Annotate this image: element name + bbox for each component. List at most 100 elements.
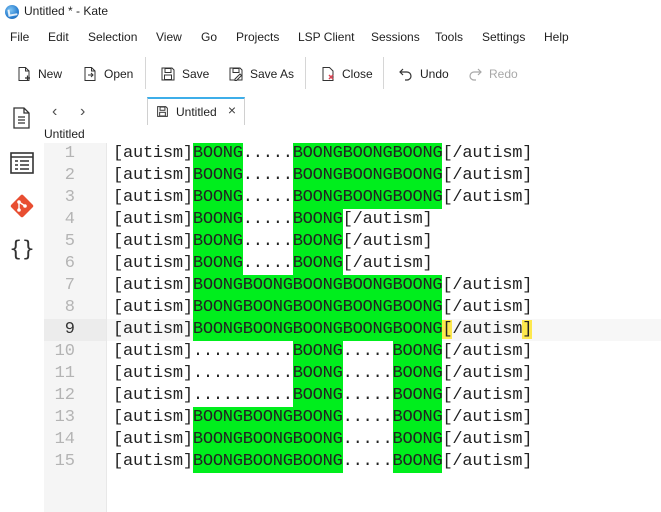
menu-tools[interactable]: Tools [435,30,463,44]
highlighted-text: BOONG [192,209,243,231]
code-line[interactable]: [autism]BOONGBOONGBOONGBOONGBOONG[/autis… [113,319,532,341]
code-line[interactable]: [autism]BOONG.....BOONGBOONGBOONG[/autis… [113,187,533,209]
plain-text: [autism] [113,320,193,339]
close-button-label: Close [342,67,373,81]
line-number[interactable]: 10 [44,341,75,363]
close-document-icon [322,67,334,81]
tab-close-icon[interactable]: × [228,102,236,118]
code-line[interactable]: [autism]..........BOONG.....BOONG[/autis… [113,385,533,407]
editor-text-area[interactable]: [autism]BOONG.....BOONGBOONGBOONG[/autis… [107,143,661,512]
menu-settings[interactable]: Settings [482,30,525,44]
save-button-label: Save [182,67,210,81]
plain-text: [autism] [113,298,193,317]
tab-label: Untitled [176,105,217,119]
menu-file[interactable]: File [10,30,29,44]
code-line[interactable]: [autism]BOONGBOONGBOONGBOONGBOONG[/autis… [113,297,532,319]
line-number[interactable]: 8 [44,297,75,319]
code-line[interactable]: [autism]BOONGBOONGBOONG.....BOONG[/autis… [113,407,533,429]
plain-text: [/autism] [442,188,533,207]
line-number[interactable]: 1 [44,143,75,165]
code-line[interactable]: [autism]..........BOONG.....BOONG[/autis… [113,363,533,385]
menu-edit[interactable]: Edit [48,30,69,44]
plain-text: ..... [242,232,293,251]
plain-text: [autism] [113,166,193,185]
highlighted-text: BOONG [192,231,243,253]
code-line[interactable]: [autism]BOONG.....BOONG[/autism] [113,253,433,275]
documents-icon[interactable] [9,105,35,131]
code-line[interactable]: [autism]BOONG.....BOONGBOONGBOONG[/autis… [113,165,533,187]
nav-forward-icon[interactable]: › [80,103,85,121]
code-line[interactable]: [autism]BOONG.....BOONG[/autism] [113,209,433,231]
code-line[interactable]: [autism]BOONGBOONGBOONG.....BOONG[/autis… [113,451,533,473]
menu-selection[interactable]: Selection [88,30,137,44]
line-number[interactable]: 4 [44,209,75,231]
line-number[interactable]: 2 [44,165,75,187]
highlighted-text: BOONGBOONGBOONG [192,429,343,451]
line-number[interactable]: 12 [44,385,75,407]
line-number[interactable]: 5 [44,231,75,253]
open-button[interactable]: Open [82,63,133,85]
menu-help[interactable]: Help [544,30,569,44]
menu-go[interactable]: Go [201,30,217,44]
title-bar: Untitled * - Kate [0,0,661,24]
line-number[interactable]: 9 [44,319,75,341]
highlighted-text: BOONG [392,385,443,407]
plain-text: [autism] [113,408,193,427]
redo-button[interactable]: Redo [467,63,518,85]
tab-untitled[interactable]: Untitled × [147,97,245,125]
redo-button-label: Redo [489,67,518,81]
plain-text: [/autism] [442,408,533,427]
line-number[interactable]: 14 [44,429,75,451]
highlighted-text: BOONGBOONGBOONGBOONGBOONG [192,319,443,341]
plain-text: [/autism] [342,210,433,229]
save-button[interactable]: Save [160,63,209,85]
highlighted-text: BOONGBOONGBOONG [192,451,343,473]
highlighted-text: BOONGBOONGBOONGBOONGBOONG [192,297,443,319]
save-icon [157,106,168,117]
lsp-braces-icon[interactable]: {} [9,236,35,262]
undo-button-label: Undo [420,67,449,81]
highlighted-text: BOONG [292,253,343,275]
close-button[interactable]: Close [320,63,373,85]
new-button[interactable]: New [16,63,62,85]
plain-text: [/autism] [442,342,533,361]
code-line[interactable]: [autism]BOONG.....BOONG[/autism] [113,231,433,253]
highlighted-text: BOONG [292,209,343,231]
symbol-outline-icon[interactable] [9,150,35,176]
plain-text: [/autism] [342,254,433,273]
undo-button[interactable]: Undo [398,63,449,85]
git-icon[interactable] [9,193,35,219]
plain-text: [autism] [113,210,193,229]
line-number[interactable]: 3 [44,187,75,209]
plain-text: [autism] [113,188,193,207]
line-number[interactable]: 7 [44,275,75,297]
highlighted-text: BOONGBOONGBOONGBOONGBOONG [192,275,443,297]
plain-text: .......... [192,386,293,405]
save-as-button[interactable]: Save As [228,63,294,85]
new-button-label: New [38,67,63,81]
menu-view[interactable]: View [156,30,182,44]
highlighted-text: BOONG [292,341,343,363]
plain-text: ..... [242,144,293,163]
nav-back-icon[interactable]: ‹ [52,103,57,121]
line-number[interactable]: 13 [44,407,75,429]
highlighted-text: BOONGBOONGBOONG [192,407,343,429]
highlighted-text: BOONG [192,165,243,187]
code-line[interactable]: [autism]..........BOONG.....BOONG[/autis… [113,341,533,363]
plain-text: [autism] [113,364,193,383]
line-number[interactable]: 6 [44,253,75,275]
open-document-icon [84,67,96,81]
menu-projects[interactable]: Projects [236,30,279,44]
main-toolbar: New Open Save Save As Close Undo Redo [0,49,661,98]
line-number[interactable]: 15 [44,451,75,473]
plain-text: [autism] [113,430,193,449]
highlighted-text: BOONGBOONGBOONG [292,143,443,165]
code-line[interactable]: [autism]BOONGBOONGBOONGBOONGBOONG[/autis… [113,275,532,297]
menu-sessions[interactable]: Sessions [371,30,420,44]
toolbar-separator [145,57,146,89]
line-number[interactable]: 11 [44,363,75,385]
highlighted-text: BOONG [292,385,343,407]
code-line[interactable]: [autism]BOONGBOONGBOONG.....BOONG[/autis… [113,429,533,451]
menu-lsp-client[interactable]: LSP Client [298,30,354,44]
code-line[interactable]: [autism]BOONG.....BOONGBOONGBOONG[/autis… [113,143,533,165]
